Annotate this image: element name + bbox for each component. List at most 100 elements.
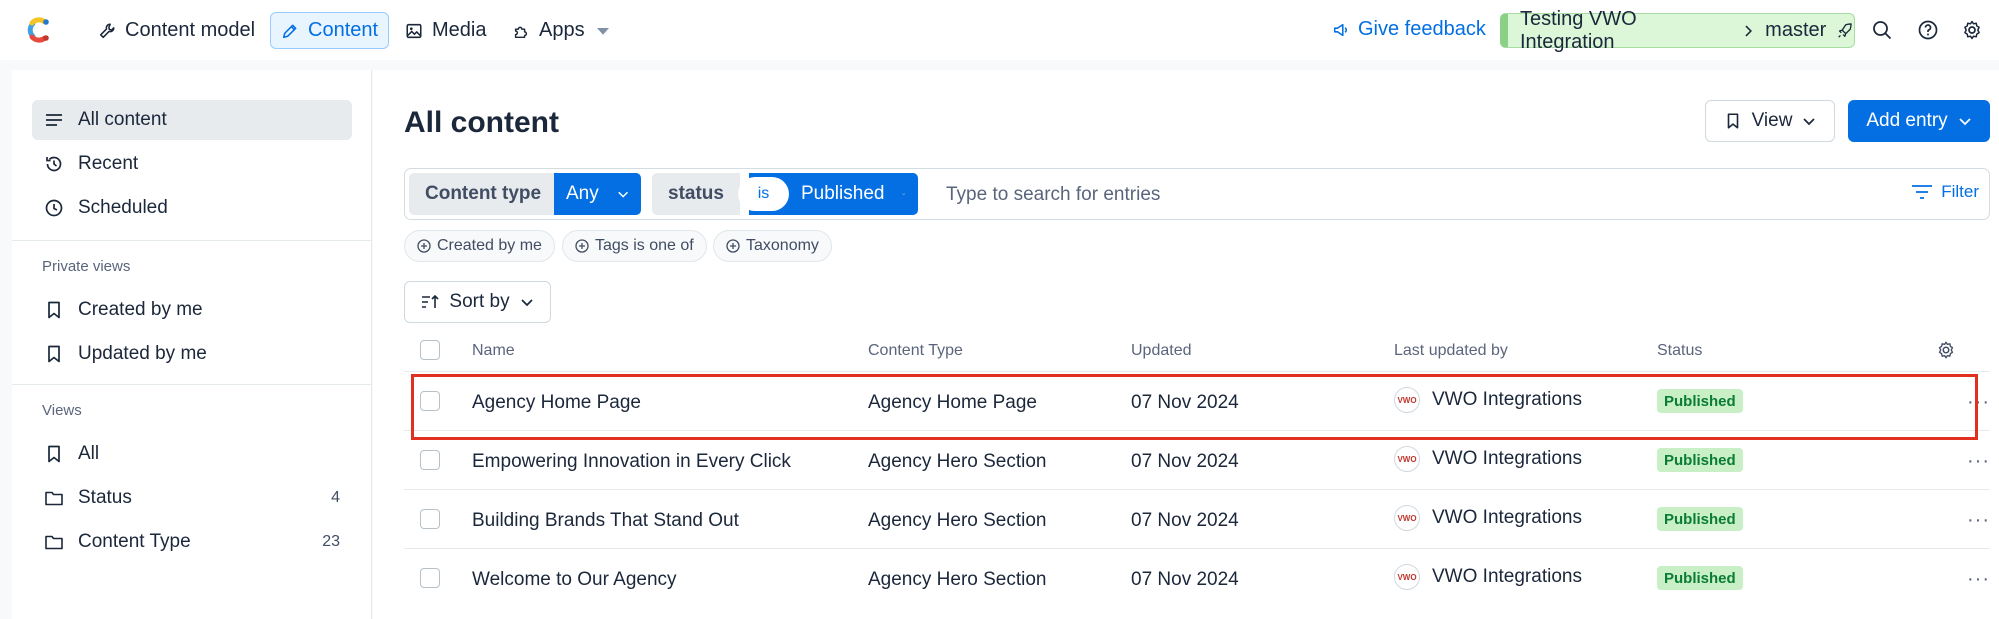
sidebar-item-all-content[interactable]: All content bbox=[32, 100, 352, 140]
rocket-icon bbox=[1838, 22, 1853, 38]
avatar: VWO bbox=[1394, 505, 1420, 531]
row-checkbox[interactable] bbox=[420, 509, 440, 529]
table-row[interactable]: Agency Home Page Agency Home Page 07 Nov… bbox=[404, 371, 1990, 430]
main-panel: All content View Add entry Content type … bbox=[373, 70, 1999, 619]
more-actions-icon[interactable]: ··· bbox=[1967, 450, 1990, 473]
plus-circle-icon bbox=[417, 239, 431, 253]
environment-name: master bbox=[1765, 19, 1827, 41]
view-button[interactable]: View bbox=[1705, 100, 1835, 142]
status-badge: Published bbox=[1657, 448, 1743, 472]
sidebar-item-all[interactable]: All bbox=[32, 434, 352, 474]
nav-content[interactable]: Content bbox=[270, 12, 390, 49]
entry-content-type: Agency Home Page bbox=[868, 392, 1037, 413]
column-header-updated[interactable]: Updated bbox=[1131, 342, 1192, 360]
search-icon[interactable] bbox=[1871, 19, 1893, 41]
space-environment-switcher[interactable]: Testing VWO Integration master bbox=[1500, 8, 1855, 53]
column-header-content-type[interactable]: Content Type bbox=[868, 342, 963, 360]
views-heading: Views bbox=[42, 402, 82, 419]
row-checkbox[interactable] bbox=[420, 568, 440, 588]
bookmark-icon bbox=[48, 345, 60, 363]
sort-by-label: Sort by bbox=[449, 291, 510, 312]
give-feedback-link[interactable]: Give feedback bbox=[1332, 18, 1486, 41]
nav-media[interactable]: Media bbox=[395, 12, 496, 49]
more-actions-icon[interactable]: ··· bbox=[1967, 568, 1990, 591]
chevron-down-icon bbox=[520, 299, 533, 307]
entry-name[interactable]: Agency Home Page bbox=[472, 392, 641, 414]
help-icon[interactable] bbox=[1917, 19, 1939, 41]
chip-label: Created by me bbox=[437, 237, 542, 254]
row-checkbox[interactable] bbox=[420, 450, 440, 470]
avatar: VWO bbox=[1394, 387, 1420, 413]
column-settings-gear-icon[interactable] bbox=[1936, 340, 1956, 360]
status-operator[interactable]: is bbox=[738, 177, 789, 211]
more-actions-icon[interactable]: ··· bbox=[1967, 509, 1990, 532]
status-badge: Published bbox=[1657, 389, 1743, 413]
sidebar-item-scheduled[interactable]: Scheduled bbox=[32, 188, 352, 228]
table-row[interactable]: Empowering Innovation in Every Click Age… bbox=[404, 430, 1990, 489]
sidebar-item-created-by-me[interactable]: Created by me bbox=[32, 290, 352, 330]
sort-by-button[interactable]: Sort by bbox=[404, 281, 551, 323]
search-input[interactable] bbox=[946, 181, 1646, 209]
megaphone-icon bbox=[1333, 23, 1347, 36]
chip-taxonomy[interactable]: Taxonomy bbox=[713, 230, 832, 262]
entry-updated: 07 Nov 2024 bbox=[1131, 510, 1239, 531]
status-badge: Published bbox=[1657, 507, 1743, 531]
sort-icon bbox=[422, 294, 439, 308]
private-views-heading: Private views bbox=[42, 258, 131, 275]
top-bar: Content model Content Media Apps Give fe… bbox=[0, 0, 1999, 60]
filter-button[interactable]: Filter bbox=[1911, 182, 1979, 202]
entry-name[interactable]: Welcome to Our Agency bbox=[472, 569, 677, 591]
nav-apps[interactable]: Apps bbox=[502, 12, 622, 49]
chevron-down-icon bbox=[1803, 118, 1816, 126]
nav-content-model[interactable]: Content model bbox=[88, 12, 265, 49]
sidebar-item-label: All content bbox=[78, 109, 167, 130]
sidebar: All content Recent Scheduled Private vie… bbox=[12, 70, 372, 619]
row-checkbox[interactable] bbox=[420, 391, 440, 411]
entry-content-type: Agency Hero Section bbox=[868, 451, 1047, 472]
sidebar-item-recent[interactable]: Recent bbox=[32, 144, 352, 184]
column-header-status[interactable]: Status bbox=[1657, 342, 1702, 360]
sidebar-item-label: Created by me bbox=[78, 299, 203, 320]
image-icon bbox=[406, 23, 422, 38]
avatar: VWO bbox=[1394, 446, 1420, 472]
content-type-filter-label: Content type bbox=[409, 173, 558, 215]
chip-label: Taxonomy bbox=[746, 237, 819, 254]
sidebar-item-label: Recent bbox=[78, 153, 139, 174]
pen-icon bbox=[282, 24, 297, 38]
caret-down-icon bbox=[596, 27, 609, 35]
column-header-last-updated-by[interactable]: Last updated by bbox=[1394, 342, 1508, 360]
sidebar-item-status[interactable]: Status 4 bbox=[32, 478, 352, 518]
user-name: VWO Integrations bbox=[1432, 448, 1582, 469]
sidebar-item-label: Status bbox=[78, 487, 132, 508]
entry-updated: 07 Nov 2024 bbox=[1131, 451, 1239, 472]
nav-label: Content model bbox=[125, 19, 256, 41]
contentful-logo[interactable] bbox=[22, 14, 54, 46]
wrench-icon bbox=[99, 22, 115, 38]
select-all-checkbox[interactable] bbox=[420, 340, 440, 360]
entry-name[interactable]: Building Brands That Stand Out bbox=[472, 510, 739, 532]
more-actions-icon[interactable]: ··· bbox=[1967, 391, 1990, 414]
plus-circle-icon bbox=[726, 239, 740, 253]
chip-created-by-me[interactable]: Created by me bbox=[404, 230, 555, 262]
column-header-name[interactable]: Name bbox=[472, 342, 515, 360]
sidebar-item-content-type[interactable]: Content Type 23 bbox=[32, 522, 352, 562]
entry-updated-by: VWO VWO Integrations bbox=[1394, 446, 1582, 472]
gear-icon[interactable] bbox=[1961, 19, 1983, 41]
chevron-right-icon bbox=[1745, 25, 1753, 36]
status-badge: Published bbox=[1657, 566, 1743, 590]
nav-label: Media bbox=[432, 19, 487, 41]
add-entry-button[interactable]: Add entry bbox=[1848, 100, 1990, 142]
entry-content-type: Agency Hero Section bbox=[868, 569, 1047, 590]
chip-tags-is-one-of[interactable]: Tags is one of bbox=[562, 230, 707, 262]
list-icon bbox=[46, 114, 62, 126]
nav-label: Content bbox=[308, 19, 379, 41]
content-type-filter-select[interactable]: Any bbox=[554, 173, 641, 215]
sidebar-item-label: Updated by me bbox=[78, 343, 207, 364]
table-row[interactable]: Welcome to Our Agency Agency Hero Sectio… bbox=[404, 548, 1990, 607]
chevron-down-icon bbox=[617, 191, 628, 198]
entry-name[interactable]: Empowering Innovation in Every Click bbox=[472, 451, 791, 473]
nav-label: Apps bbox=[539, 19, 585, 41]
table-row[interactable]: Building Brands That Stand Out Agency He… bbox=[404, 489, 1990, 548]
plus-circle-icon bbox=[575, 239, 589, 253]
sidebar-item-updated-by-me[interactable]: Updated by me bbox=[32, 334, 352, 374]
